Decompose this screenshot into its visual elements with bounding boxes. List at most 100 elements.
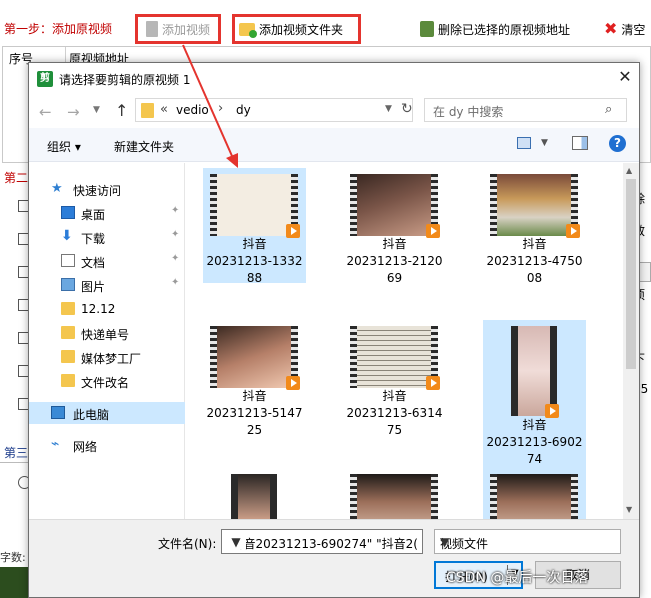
file-item[interactable]: 抖音 20231213-4750 08 — [483, 168, 586, 285]
address-row: ← → ▼ ↑ « vedio › dy ▼ ↻ 在 dy 中搜索 ⌕ — [29, 94, 639, 128]
chevron-down-icon: ▼ — [440, 535, 450, 549]
address-bar[interactable]: « vedio › dy ▼ ↻ — [135, 98, 413, 122]
file-item[interactable] — [483, 468, 586, 519]
file-name-line: 20231213-6902 — [486, 435, 583, 449]
nav-item[interactable]: 文件改名 — [29, 370, 185, 392]
watermark: CSDN @最后一次日落 — [446, 570, 589, 586]
forward-arrow-icon[interactable]: → — [67, 103, 80, 121]
nav-item[interactable]: 图片 ✦ — [29, 274, 185, 296]
nav-item[interactable]: 此电脑 — [29, 402, 185, 424]
taskbar-strip — [0, 567, 30, 598]
preview-pane-icon[interactable] — [572, 136, 588, 150]
video-thumbnail — [231, 474, 277, 519]
file-name-line: 20231213-6314 — [346, 406, 443, 420]
video-thumbnail — [490, 174, 580, 238]
file-item[interactable] — [203, 468, 306, 519]
chevron-down-icon[interactable]: ▼ — [226, 535, 246, 549]
back-arrow-icon[interactable]: ← — [39, 103, 52, 121]
filetype-select[interactable]: 视频文件 ▼ — [434, 529, 621, 554]
new-folder-button[interactable]: 新建文件夹 — [114, 138, 174, 155]
breadcrumb-separator[interactable]: › — [218, 101, 223, 116]
refresh-icon[interactable]: ↻ — [401, 101, 413, 117]
help-icon[interactable]: ? — [609, 135, 626, 152]
nav-item[interactable]: ⌁ 网络 — [29, 434, 185, 456]
nav-item[interactable]: ★ 快速访问 — [29, 178, 185, 200]
search-icon[interactable]: ⌕ — [605, 102, 612, 117]
file-name-line: 抖音 — [242, 389, 267, 403]
thumbnail-frame — [357, 174, 431, 236]
recent-locations-dropdown-icon[interactable]: ▼ — [93, 105, 100, 115]
nav-item[interactable]: 文档 ✦ — [29, 250, 185, 272]
download-icon: ⬇ — [61, 228, 73, 244]
file-name-line: 25 — [246, 423, 263, 437]
video-thumbnail — [350, 326, 440, 390]
delete-icon — [420, 21, 434, 37]
film-perforation — [210, 174, 217, 236]
chevron-down-icon[interactable]: ▼ — [541, 138, 548, 148]
file-list: 抖音 20231213-1332 88 抖音 20231213-2120 69 抖音 2023… — [189, 163, 623, 519]
nav-item-label: 网络 — [73, 440, 98, 454]
document-icon — [61, 254, 75, 267]
add-video-label: 添加视频 — [162, 22, 211, 37]
dialog-title: 请选择要剪辑的原视频 1 — [59, 73, 191, 87]
video-thumbnail — [210, 326, 300, 390]
nav-item[interactable]: ⬇ 下载 ✦ — [29, 226, 185, 248]
scroll-up-icon[interactable]: ▲ — [626, 166, 632, 175]
file-item[interactable]: 抖音 20231213-2120 69 — [343, 168, 446, 285]
video-thumbnail — [511, 326, 559, 418]
file-item[interactable]: 抖音 20231213-1332 88 — [203, 168, 306, 285]
computer-icon — [51, 406, 65, 419]
thumbnail-frame — [518, 326, 550, 416]
file-name-line: 08 — [526, 271, 543, 285]
folder-icon — [61, 350, 75, 363]
film-perforation — [350, 326, 357, 388]
search-input[interactable]: 在 dy 中搜索 ⌕ — [424, 98, 627, 122]
file-name-line: 抖音 — [522, 237, 547, 251]
nav-item[interactable]: 桌面 ✦ — [29, 202, 185, 224]
nav-item[interactable]: 12.12 — [29, 298, 185, 320]
clear-button[interactable]: ✖ 清空 — [604, 14, 651, 44]
file-item[interactable] — [343, 468, 446, 519]
filename-value: "抖音20231213-690274" "抖音2( — [226, 537, 418, 551]
step1-label: 第一步：添加原视频 — [4, 22, 113, 36]
file-name-line: 20231213-1332 — [206, 254, 303, 268]
delete-selected-button[interactable]: 删除已选择的原视频地址 — [420, 14, 590, 44]
film-perforation — [431, 474, 438, 519]
breadcrumb-dy[interactable]: dy — [236, 103, 251, 117]
film-perforation — [571, 474, 578, 519]
breadcrumb-vedio[interactable]: vedio — [176, 103, 209, 117]
file-name-line: 抖音 — [522, 418, 547, 432]
film-perforation — [490, 474, 497, 519]
file-name-line: 抖音 — [382, 237, 407, 251]
file-item[interactable]: 抖音 20231213-5147 25 — [203, 320, 306, 437]
filename-input[interactable]: "抖音20231213-690274" "抖音2( ▼ — [221, 529, 423, 554]
view-options-icon[interactable] — [517, 137, 531, 149]
navigation-pane: ★ 快速访问 桌面 ✦ ⬇ 下载 ✦ 文档 ✦ 图片 ✦ 12.12 快递单号 媒体梦工厂 文件改名 此电脑 ⌁… — [29, 163, 185, 519]
step2-label: 第二 — [4, 171, 29, 185]
scroll-down-icon[interactable]: ▼ — [626, 505, 632, 514]
nav-item[interactable]: 媒体梦工厂 — [29, 346, 185, 368]
dialog-titlebar[interactable]: 剪 请选择要剪辑的原视频 1 ✕ — [29, 63, 639, 94]
nav-item-label: 此电脑 — [73, 408, 110, 422]
scrollbar-thumb[interactable] — [626, 179, 636, 369]
thumbnail-frame — [217, 326, 291, 388]
breadcrumb-overflow[interactable]: « — [160, 102, 168, 117]
nav-item-label: 下载 — [81, 232, 106, 246]
folder-add-icon — [239, 22, 257, 38]
up-arrow-icon[interactable]: ↑ — [115, 101, 128, 120]
file-list-scrollbar[interactable]: ▲ ▼ — [623, 163, 639, 519]
file-item[interactable]: 抖音 20231213-6902 74 — [483, 320, 586, 470]
add-video-button[interactable]: 添加视频 — [135, 14, 221, 44]
desktop-icon — [61, 206, 75, 219]
file-item[interactable]: 抖音 20231213-6314 75 — [343, 320, 446, 437]
film-perforation — [350, 474, 357, 519]
step3-label: 第三 — [4, 446, 29, 460]
add-video-folder-button[interactable]: 添加视频文件夹 — [232, 14, 361, 44]
thumbnail-frame — [497, 474, 571, 519]
nav-item[interactable]: 快递单号 — [29, 322, 185, 344]
organize-menu[interactable]: 组织 ▾ — [47, 138, 81, 155]
chevron-down-icon[interactable]: ▼ — [385, 104, 392, 114]
video-thumbnail — [350, 174, 440, 238]
nav-item-label: 12.12 — [81, 302, 116, 316]
close-icon[interactable]: ✕ — [615, 67, 635, 86]
